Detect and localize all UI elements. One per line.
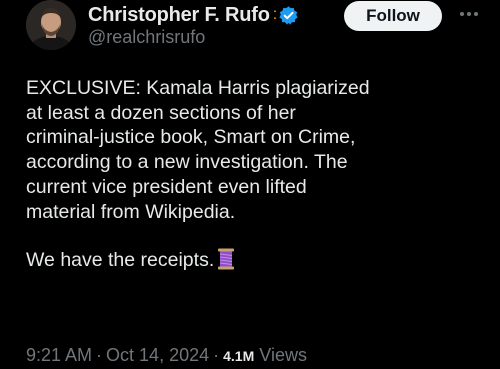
tweet-line: material from Wikipedia.: [26, 200, 236, 223]
avatar-image: [26, 0, 76, 50]
author-name-separator: :: [272, 6, 278, 23]
more-horizontal-icon[interactable]: [458, 4, 480, 24]
tweet-meta: 9:21 AM · Oct 14, 2024 · 4.1M Views: [26, 345, 307, 366]
tweet-time[interactable]: 9:21 AM: [26, 345, 92, 365]
verified-badge-icon[interactable]: [278, 5, 299, 26]
tweet-text: EXCLUSIVE: Kamala Harris plagiarized at …: [26, 76, 496, 273]
follow-button[interactable]: Follow: [344, 1, 442, 31]
meta-separator: ·: [96, 345, 103, 365]
tweet-line: according to a new investigation. The: [26, 151, 348, 174]
avatar[interactable]: [26, 0, 76, 50]
author-display-name[interactable]: Christopher F. Rufo: [88, 4, 270, 27]
spool-of-thread-icon: [218, 248, 235, 270]
author-name-row[interactable]: Christopher F. Rufo :: [88, 1, 299, 29]
views-count[interactable]: 4.1M: [223, 348, 254, 364]
tweet-closing-text: We have the receipts.: [26, 249, 215, 272]
author-handle[interactable]: @realchrisrufo: [88, 27, 205, 48]
tweet-line: EXCLUSIVE: Kamala Harris plagiarized: [26, 77, 370, 99]
tweet-date[interactable]: Oct 14, 2024: [106, 345, 209, 365]
tweet-line: criminal-justice book, Smart on Crime,: [26, 126, 356, 149]
tweet-closing-line: We have the receipts.: [26, 248, 496, 273]
tweet-line: current vice president even lifted: [26, 175, 307, 198]
meta-separator: ·: [213, 345, 220, 365]
tweet-line: at least a dozen sections of her: [26, 101, 296, 124]
views-label: Views: [259, 345, 307, 365]
